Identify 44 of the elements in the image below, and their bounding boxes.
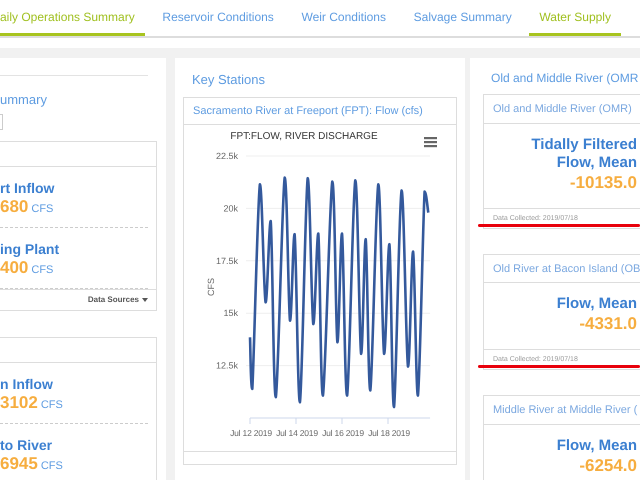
panel-heading: ummary <box>0 91 48 109</box>
y-tick-label: 22.5k <box>216 151 238 161</box>
card-title: Old River at Bacon Island (OB <box>484 254 640 283</box>
card-title: Old and Middle River (OMR) <box>484 95 640 124</box>
select-field[interactable] <box>0 114 3 130</box>
flow-value: -4331.0 <box>578 313 637 335</box>
nav-tab[interactable]: Reservoir Conditions <box>152 0 284 36</box>
measure-label: Tidally Filtered <box>530 136 637 154</box>
unit-label: CFS <box>40 458 63 474</box>
flow-value: 6945 <box>0 454 38 474</box>
flow-value: 680 <box>0 196 28 216</box>
chart-title: FPT:FLOW, RIVER DISCHARGE <box>230 131 378 142</box>
x-tick-label: Jul 16 2019 <box>322 428 364 438</box>
section-heading: Old and Middle River (OMR <box>491 70 640 87</box>
unit-label: CFS <box>31 202 54 216</box>
card-title: Sacramento River at Freeport (FPT): Flow (cfs) <box>184 98 456 125</box>
y-tick-label: 17.5k <box>216 256 238 266</box>
flow-value: -10135.0 <box>568 172 637 194</box>
caret-icon <box>142 298 148 302</box>
station-name: n Inflow <box>0 374 54 392</box>
station-name: rt Inflow <box>0 178 56 196</box>
card-title: Middle River at Middle River ( <box>484 396 640 424</box>
nav-tab[interactable]: Weir Conditions <box>291 0 396 36</box>
measure-label: Flow, Mean <box>556 295 637 313</box>
nav-tab[interactable]: Salvage Summary <box>404 0 522 36</box>
flow-value: 3102 <box>0 392 38 412</box>
data-sources-dropdown[interactable]: Data Sources <box>88 294 148 306</box>
flow-value: 400 <box>0 258 28 278</box>
y-tick-label: 12.5k <box>216 360 238 371</box>
unit-label: CFS <box>40 398 63 412</box>
flow-value: -6254.0 <box>578 454 637 476</box>
x-tick-label: Jul 12 2019 <box>230 428 272 438</box>
x-tick-label: Jul 14 2019 <box>276 428 318 438</box>
station-name: to River <box>0 436 54 454</box>
menu-icon[interactable] <box>424 137 437 148</box>
unit-label: CFS <box>31 262 54 278</box>
measure-label: Flow, Mean <box>556 154 637 172</box>
y-tick-label: 20k <box>223 203 238 214</box>
y-tick-label: 15k <box>223 308 238 318</box>
station-name: ing Plant <box>0 240 60 258</box>
y-axis-label: CFS <box>206 278 216 296</box>
measure-label: Flow, Mean <box>556 436 637 454</box>
x-tick-label: Jul 18 2019 <box>368 428 410 438</box>
section-heading: Key Stations <box>192 71 266 89</box>
